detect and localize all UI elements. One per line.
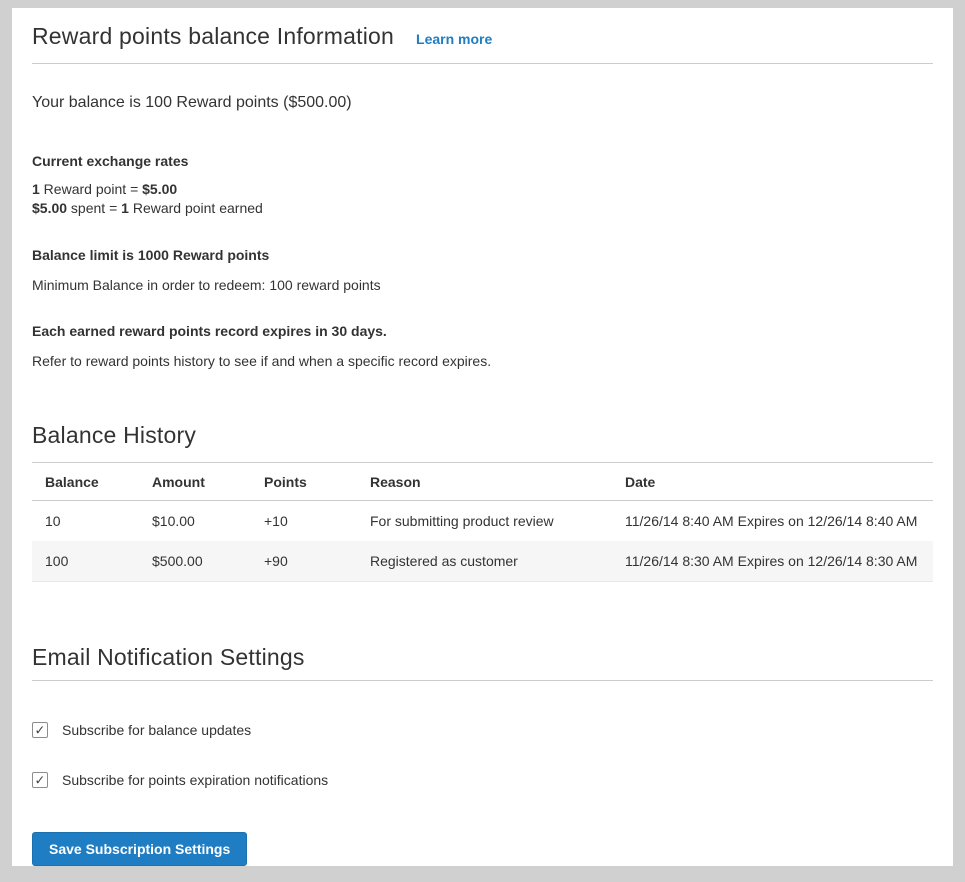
column-header-amount: Amount [139,463,251,501]
cell-reason: For submitting product review [357,501,612,542]
exchange-rates-heading: Current exchange rates [32,152,933,170]
table-row: 100 $500.00 +90 Registered as customer 1… [32,541,933,582]
cell-balance: 100 [32,541,139,582]
cell-amount: $500.00 [139,541,251,582]
balance-summary: Your balance is 100 Reward points ($500.… [32,92,933,114]
expiration-notifications-checkbox[interactable]: ✓ [32,772,48,788]
rate1-amount: $5.00 [142,181,177,197]
rate2-suffix: Reward point earned [129,200,263,216]
column-header-points: Points [251,463,357,501]
cell-points: +90 [251,541,357,582]
minimum-balance-text: Minimum Balance in order to redeem: 100 … [32,276,933,294]
cell-date: 11/26/14 8:30 AM Expires on 12/26/14 8:3… [612,541,933,582]
rate1-points: 1 [32,181,40,197]
exchange-rate-line-2: $5.00 spent = 1 Reward point earned [32,199,933,218]
learn-more-link[interactable]: Learn more [416,31,492,47]
balance-history-table-body: 10 $10.00 +10 For submitting product rev… [32,501,933,582]
cell-reason: Registered as customer [357,541,612,582]
rate2-amount: $5.00 [32,200,67,216]
balance-updates-checkbox[interactable]: ✓ [32,722,48,738]
balance-history-table-head: Balance Amount Points Reason Date [32,463,933,501]
cell-amount: $10.00 [139,501,251,542]
balance-limit-text: Balance limit is 1000 Reward points [32,246,933,264]
table-row: 10 $10.00 +10 For submitting product rev… [32,501,933,542]
cell-points: +10 [251,501,357,542]
expiration-note-text: Refer to reward points history to see if… [32,352,933,370]
page-background: Reward points balance Information Learn … [0,0,965,882]
column-header-date: Date [612,463,933,501]
rate2-points: 1 [121,200,129,216]
rate1-text: Reward point = [40,181,142,197]
expiration-notifications-label[interactable]: Subscribe for points expiration notifica… [62,771,328,789]
balance-updates-label[interactable]: Subscribe for balance updates [62,721,251,739]
expiration-notifications-option: ✓ Subscribe for points expiration notifi… [32,771,933,789]
column-header-balance: Balance [32,463,139,501]
exchange-rates: 1 Reward point = $5.00 $5.00 spent = 1 R… [32,180,933,218]
page-header: Reward points balance Information Learn … [32,22,933,64]
expiration-rule-text: Each earned reward points record expires… [32,322,933,340]
balance-updates-option: ✓ Subscribe for balance updates [32,721,933,739]
reward-points-panel: Reward points balance Information Learn … [12,8,953,866]
exchange-rate-line-1: 1 Reward point = $5.00 [32,180,933,199]
header-row: Balance Amount Points Reason Date [32,463,933,501]
check-icon: ✓ [35,773,46,786]
balance-history-heading: Balance History [32,420,933,450]
balance-history-table: Balance Amount Points Reason Date 10 $10… [32,462,933,582]
rate2-text: spent = [67,200,121,216]
page-title: Reward points balance Information [32,22,394,50]
cell-balance: 10 [32,501,139,542]
cell-date: 11/26/14 8:40 AM Expires on 12/26/14 8:4… [612,501,933,542]
email-settings-heading: Email Notification Settings [32,642,933,681]
check-icon: ✓ [35,723,46,736]
save-subscription-settings-button[interactable]: Save Subscription Settings [32,832,247,866]
column-header-reason: Reason [357,463,612,501]
